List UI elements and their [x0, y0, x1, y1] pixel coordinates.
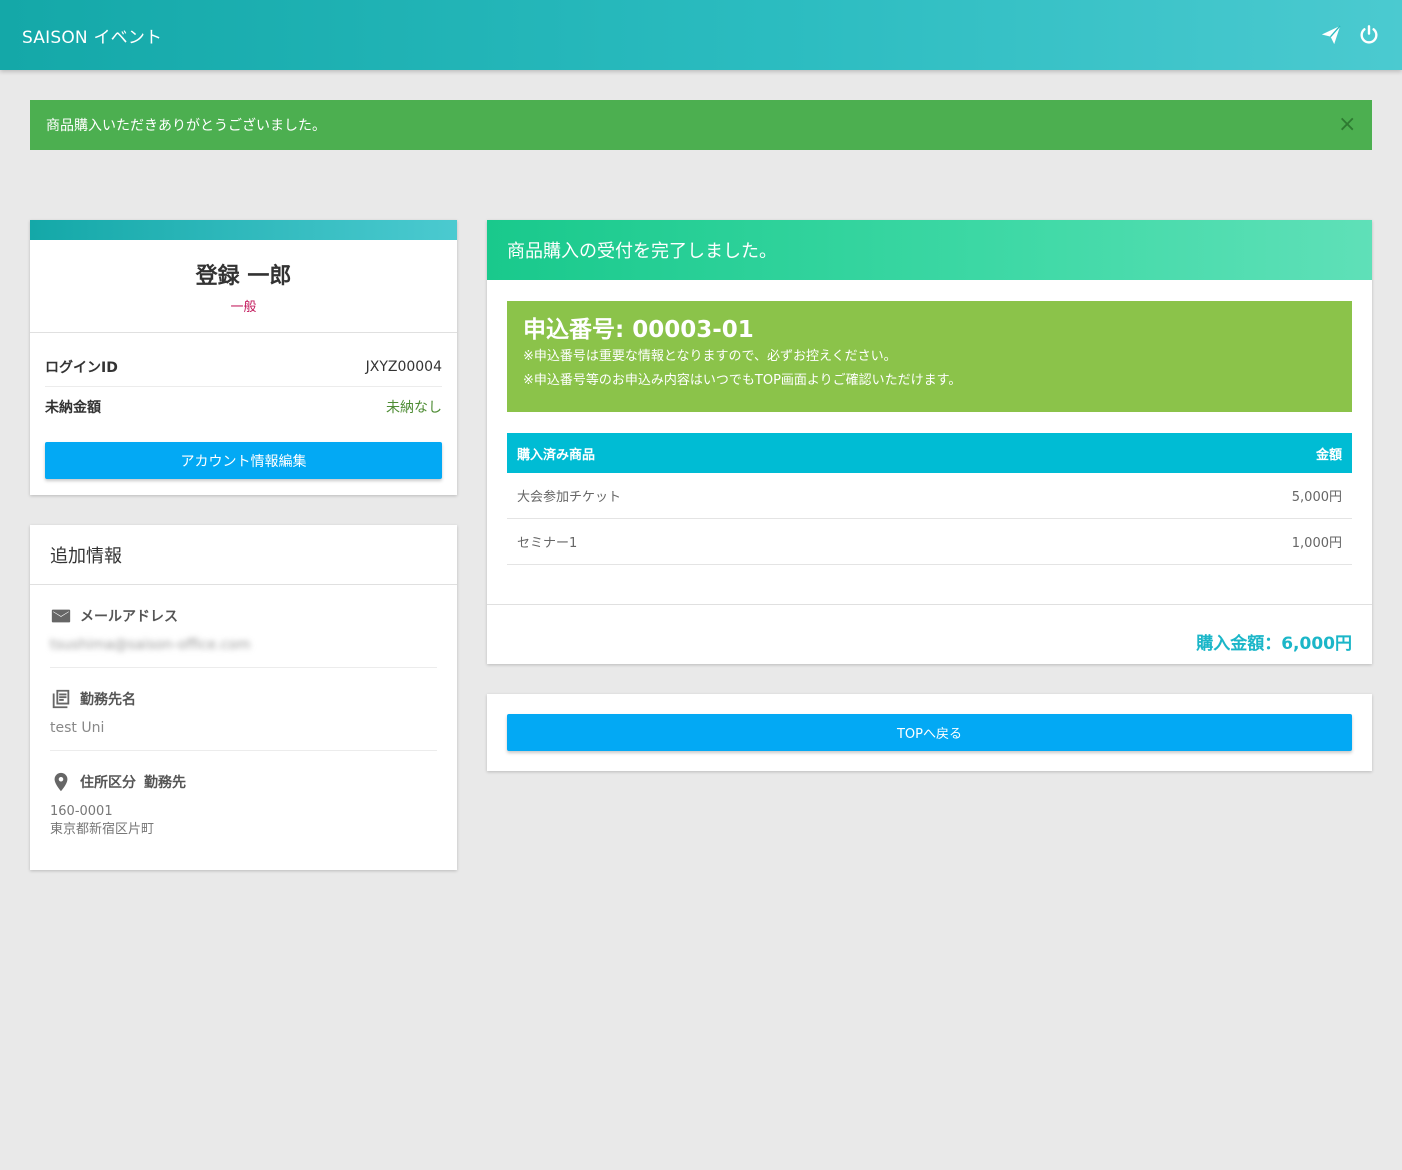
- additional-info-card: 追加情報 メールアドレス tsushima@saison-office.com …: [30, 525, 457, 870]
- col-amount: 金額: [1315, 447, 1342, 463]
- unpaid-row: 未納金額 未納なし: [45, 387, 442, 427]
- login-id-value: JXYZ00004: [365, 358, 442, 375]
- additional-info-title: 追加情報: [30, 525, 457, 585]
- email-value: tsushima@saison-office.com: [50, 637, 251, 653]
- table-row: セミナー1 1,000円: [507, 519, 1352, 565]
- col-product: 購入済み商品: [517, 447, 596, 463]
- product-name: セミナー1: [517, 536, 578, 551]
- note-line-1: ※申込番号は重要な情報となりますので、必ずお控えください。: [523, 349, 897, 364]
- table-header: 購入済み商品 金額: [507, 433, 1352, 473]
- divider: [30, 332, 457, 333]
- purchased-items-table: 購入済み商品 金額 大会参加チケット 5,000円 セミナー1 1,000円: [507, 433, 1352, 565]
- address-label: 住所区分: [80, 775, 136, 791]
- login-id-row: ログインID JXYZ00004: [45, 347, 442, 387]
- user-role: 一般: [230, 300, 257, 315]
- purchase-total: 購入金額：6,000円: [1196, 634, 1352, 654]
- alert-message: 商品購入いただきありがとうございました。: [46, 118, 326, 134]
- company-label: 勤務先名: [80, 692, 136, 708]
- success-alert: 商品購入いただきありがとうございました。 ×: [30, 100, 1372, 150]
- application-number: 申込番号: 00003-01: [523, 317, 754, 343]
- location-pin-icon: [54, 772, 68, 792]
- product-amount: 5,000円: [1291, 490, 1342, 505]
- application-number-box: 申込番号: 00003-01 ※申込番号は重要な情報となりますので、必ずお控えく…: [507, 301, 1352, 412]
- library-books-icon: [52, 689, 70, 709]
- company-item: 勤務先名 test Uni: [50, 668, 437, 751]
- email-label: メールアドレス: [80, 609, 178, 625]
- back-card: TOPへ戻る: [487, 694, 1372, 771]
- user-name: 登録 一郎: [195, 264, 292, 289]
- product-name: 大会参加チケット: [517, 490, 622, 505]
- order-footer: 購入金額：6,000円: [487, 604, 1372, 664]
- unpaid-label: 未納金額: [45, 400, 101, 416]
- mail-icon: [51, 609, 71, 623]
- address-item: 住所区分 勤務先 160-0001 東京都新宿区片町: [50, 751, 437, 853]
- close-icon[interactable]: ×: [1338, 114, 1356, 136]
- company-value: test Uni: [50, 720, 105, 736]
- address-type: 勤務先: [144, 775, 186, 791]
- postal-code: 160-0001: [50, 804, 113, 819]
- note-line-2: ※申込番号等のお申込み内容はいつでもTOP画面よりご確認いただけます。: [523, 373, 962, 388]
- login-id-label: ログインID: [45, 359, 118, 376]
- order-complete-card: 商品購入の受付を完了しました。 申込番号: 00003-01 ※申込番号は重要な…: [487, 220, 1372, 664]
- email-item: メールアドレス tsushima@saison-office.com: [50, 585, 437, 668]
- order-title: 商品購入の受付を完了しました。: [487, 220, 1372, 280]
- profile-card: 登録 一郎 一般 ログインID JXYZ00004 未納金額 未納なし アカウン…: [30, 220, 457, 495]
- profile-card-bar: [30, 220, 457, 240]
- edit-account-button[interactable]: アカウント情報編集: [45, 442, 442, 479]
- app-title[interactable]: SAISON イベント: [22, 23, 162, 48]
- unpaid-value: 未納なし: [386, 400, 442, 416]
- table-row: 大会参加チケット 5,000円: [507, 473, 1352, 519]
- address-text: 東京都新宿区片町: [50, 822, 155, 837]
- product-amount: 1,000円: [1291, 536, 1342, 551]
- back-to-top-button[interactable]: TOPへ戻る: [507, 714, 1352, 751]
- app-header: SAISON イベント: [0, 0, 1402, 70]
- send-icon[interactable]: [1320, 24, 1342, 46]
- power-icon[interactable]: [1358, 24, 1380, 46]
